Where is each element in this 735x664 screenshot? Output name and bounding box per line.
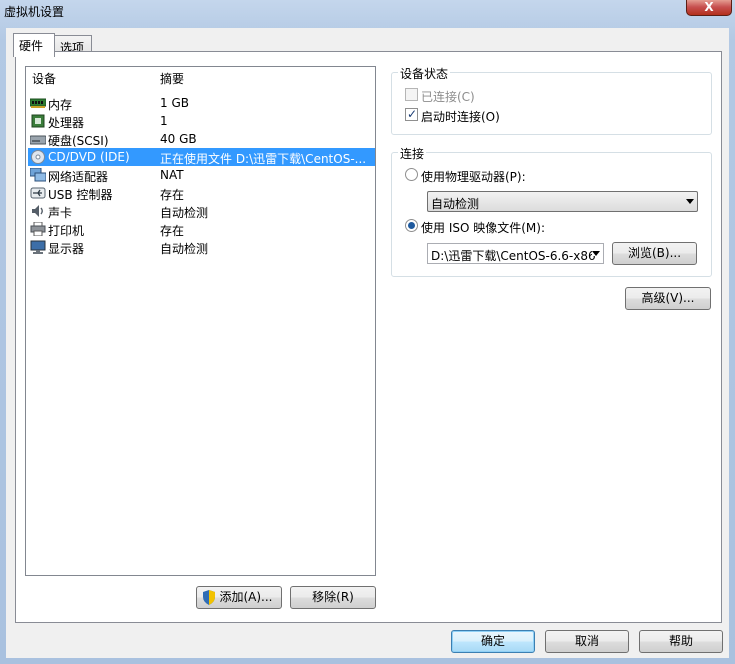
device-name: USB 控制器 — [48, 188, 113, 202]
cd-dvd-icon — [31, 150, 45, 164]
connected-label: 已连接(C) — [421, 90, 475, 104]
chevron-down-icon[interactable] — [592, 251, 600, 256]
physical-drive-radio[interactable] — [405, 168, 418, 181]
hardware-panel: 设备 摘要 内存 1 GB 处理器 1 硬盘(SCSI) 40 GB CD/DV… — [15, 51, 722, 623]
device-row-memory[interactable]: 内存 1 GB — [28, 94, 375, 112]
device-list-header: 设备 摘要 — [26, 67, 375, 87]
tab-hardware-label: 硬件 — [19, 39, 44, 53]
close-icon: X — [704, 0, 714, 14]
iso-path-input[interactable]: D:\迅雷下载\CentOS-6.6-x86 — [427, 243, 604, 264]
device-name: 硬盘(SCSI) — [48, 134, 109, 148]
device-summary: 存在 — [160, 224, 185, 238]
device-name: CD/DVD (IDE) — [48, 150, 130, 164]
connect-at-power-on-label: 启动时连接(O) — [421, 110, 500, 124]
processor-icon — [31, 114, 45, 128]
close-button[interactable]: X — [686, 0, 732, 16]
memory-icon — [30, 98, 46, 108]
connect-at-power-on-checkbox[interactable]: ✓ — [405, 107, 418, 121]
device-list[interactable]: 设备 摘要 内存 1 GB 处理器 1 硬盘(SCSI) 40 GB CD/DV… — [25, 66, 376, 576]
device-summary: 存在 — [160, 188, 185, 202]
printer-icon — [30, 222, 46, 236]
advanced-button[interactable]: 高级(V)... — [625, 287, 711, 310]
device-name: 处理器 — [48, 116, 85, 130]
physical-drive-value: 自动检测 — [431, 197, 480, 211]
device-summary: 正在使用文件 D:\迅雷下载\CentOS-... — [160, 152, 367, 166]
ok-label: 确定 — [480, 634, 505, 648]
checkmark-icon: ✓ — [407, 107, 418, 121]
device-row-display[interactable]: 显示器 自动检测 — [28, 238, 375, 256]
cancel-button[interactable]: 取消 — [545, 630, 629, 653]
physical-drive-select[interactable]: 自动检测 — [427, 191, 698, 212]
connected-checkbox[interactable] — [405, 88, 418, 101]
dialog-client-area: 硬件 选项 设备 摘要 内存 1 GB 处理器 1 硬盘(SCSI) 40 GB… — [6, 28, 729, 658]
remove-device-label: 移除(R) — [312, 590, 354, 604]
device-summary: NAT — [160, 168, 184, 182]
device-summary: 自动检测 — [160, 242, 209, 256]
window-title: 虚拟机设置 — [4, 5, 65, 19]
iso-image-radio[interactable] — [405, 219, 418, 232]
tab-hardware[interactable]: 硬件 — [13, 33, 55, 57]
device-summary: 1 GB — [160, 96, 189, 110]
chevron-down-icon — [686, 199, 694, 204]
cancel-label: 取消 — [574, 634, 599, 648]
device-summary: 1 — [160, 114, 168, 128]
sound-card-icon — [32, 205, 43, 217]
advanced-label: 高级(V)... — [641, 291, 695, 305]
radio-selected-dot — [408, 222, 415, 229]
device-summary: 40 GB — [160, 132, 197, 146]
device-name: 网络适配器 — [48, 170, 109, 184]
help-button[interactable]: 帮助 — [639, 630, 723, 653]
connection-title: 连接 — [398, 145, 427, 162]
device-name: 内存 — [48, 98, 73, 112]
iso-image-label: 使用 ISO 映像文件(M): — [421, 221, 545, 235]
device-status-group: 设备状态 已连接(C) ✓ 启动时连接(O) — [391, 65, 712, 135]
physical-drive-label: 使用物理驱动器(P): — [421, 170, 526, 184]
device-row-network-adapter[interactable]: 网络适配器 NAT — [28, 166, 375, 184]
browse-label: 浏览(B)... — [627, 246, 682, 260]
device-name: 显示器 — [48, 242, 85, 256]
device-row-processor[interactable]: 处理器 1 — [28, 112, 375, 130]
device-row-printer[interactable]: 打印机 存在 — [28, 220, 375, 238]
device-row-cd-dvd[interactable]: CD/DVD (IDE) 正在使用文件 D:\迅雷下载\CentOS-... — [28, 148, 375, 166]
connection-group: 连接 使用物理驱动器(P): 自动检测 使用 ISO 映像文件(M): D:\迅… — [391, 145, 712, 277]
device-name: 打印机 — [48, 224, 85, 238]
device-summary: 自动检测 — [160, 206, 209, 220]
title-bar[interactable]: 虚拟机设置 X — [0, 0, 735, 22]
hard-disk-icon — [30, 135, 46, 145]
uac-shield-icon — [203, 590, 215, 605]
ok-button[interactable]: 确定 — [451, 630, 535, 653]
network-adapter-icon — [30, 168, 46, 182]
device-row-sound-card[interactable]: 声卡 自动检测 — [28, 202, 375, 220]
remove-device-button[interactable]: 移除(R) — [290, 586, 376, 609]
device-name: 声卡 — [48, 206, 73, 220]
iso-path-value: D:\迅雷下载\CentOS-6.6-x86 — [431, 249, 596, 263]
display-icon — [30, 240, 46, 254]
device-row-usb-controller[interactable]: USB 控制器 存在 — [28, 184, 375, 202]
help-label: 帮助 — [668, 634, 693, 648]
usb-icon — [30, 187, 46, 199]
add-device-button[interactable]: 添加(A)... — [196, 586, 282, 609]
column-header-device[interactable]: 设备 — [32, 70, 56, 87]
vm-settings-window: 虚拟机设置 X 硬件 选项 设备 摘要 内存 1 GB 处理器 1 硬盘(SCS… — [0, 0, 735, 664]
browse-button[interactable]: 浏览(B)... — [612, 242, 697, 265]
device-status-title: 设备状态 — [398, 65, 451, 82]
device-row-hard-disk[interactable]: 硬盘(SCSI) 40 GB — [28, 130, 375, 148]
column-header-summary[interactable]: 摘要 — [160, 70, 184, 87]
